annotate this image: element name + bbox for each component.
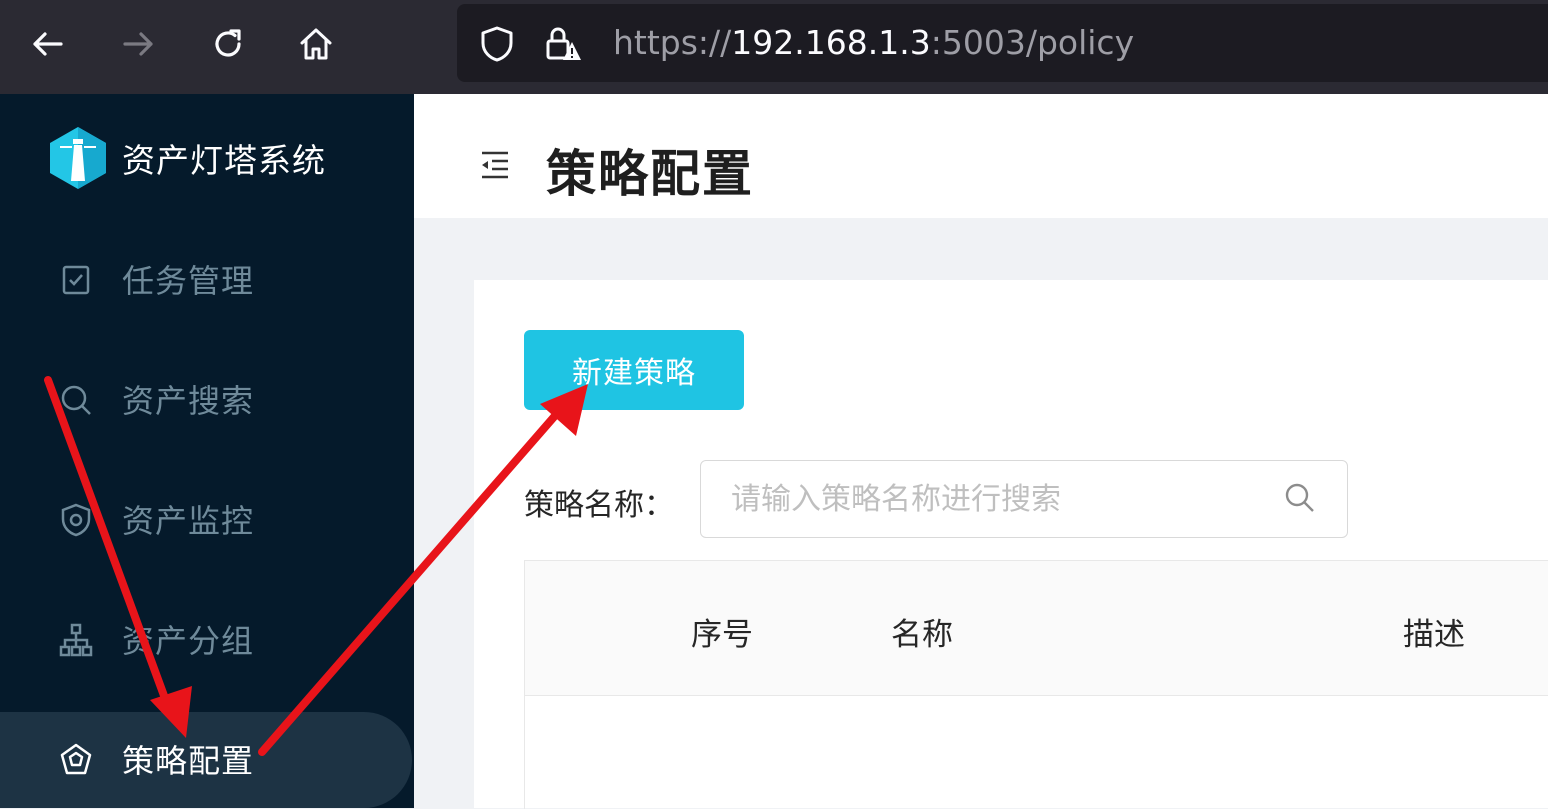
- column-header-index: 序号: [691, 617, 753, 653]
- policy-table: 序号 名称 描述: [524, 560, 1548, 809]
- search-box: [700, 460, 1348, 538]
- arrow-left-icon: [33, 32, 63, 56]
- sidebar-item-asset-monitor[interactable]: 资产监控: [0, 472, 414, 568]
- page-title: 策略配置: [546, 145, 754, 203]
- url-text[interactable]: https://192.168.1.3:5003/policy: [613, 20, 1134, 66]
- sidebar-item-policy-config[interactable]: 策略配置: [0, 712, 412, 808]
- column-header-name: 名称: [891, 617, 953, 653]
- reload-icon: [215, 29, 241, 57]
- policy-search-input[interactable]: [701, 461, 1291, 537]
- lock-warning-icon[interactable]: [543, 24, 583, 64]
- sidebar-item-asset-search[interactable]: 资产搜索: [0, 352, 414, 448]
- search-icon: [61, 385, 91, 415]
- group-tree-icon: [59, 623, 93, 657]
- url-host: 192.168.1.3: [731, 23, 931, 62]
- sidebar: 资产灯塔系统 任务管理 资产搜索 资产监控 资产分组 策略配置: [0, 94, 414, 808]
- table-header: 序号 名称 描述: [525, 561, 1548, 696]
- sidebar-item-label: 资产监控: [122, 502, 255, 540]
- url-path: :5003/policy: [930, 23, 1135, 62]
- brand-name: 资产灯塔系统: [122, 141, 326, 180]
- url-scheme: https://: [613, 23, 732, 62]
- home-icon: [300, 28, 332, 60]
- column-header-description: 描述: [1403, 617, 1465, 653]
- browser-toolbar: https://192.168.1.3:5003/policy: [0, 0, 1548, 94]
- new-policy-button[interactable]: 新建策略: [524, 330, 744, 410]
- search-icon[interactable]: [1283, 481, 1317, 515]
- sidebar-item-label: 资产搜索: [122, 382, 255, 420]
- home-button[interactable]: [294, 22, 338, 66]
- back-button[interactable]: [26, 22, 70, 66]
- sidebar-item-label: 任务管理: [122, 262, 255, 300]
- monitor-shield-icon: [61, 503, 91, 537]
- page-header: 策略配置: [414, 94, 1548, 218]
- search-label: 策略名称：: [524, 488, 674, 523]
- arrow-right-icon: [123, 32, 153, 56]
- address-bar[interactable]: https://192.168.1.3:5003/policy: [457, 4, 1548, 82]
- task-icon: [62, 265, 90, 295]
- reload-button[interactable]: [206, 22, 250, 66]
- content-card: 新建策略 策略名称： 序号 名称 描述: [474, 280, 1548, 809]
- lighthouse-logo-icon: [50, 127, 106, 189]
- sidebar-item-label: 资产分组: [122, 622, 255, 660]
- menu-fold-icon[interactable]: [478, 148, 512, 182]
- sidebar-item-label: 策略配置: [122, 742, 255, 780]
- policy-icon: [60, 743, 92, 775]
- sidebar-item-asset-group[interactable]: 资产分组: [0, 592, 414, 688]
- forward-button[interactable]: [116, 22, 160, 66]
- tracking-shield-icon[interactable]: [477, 24, 517, 64]
- sidebar-item-task-management[interactable]: 任务管理: [0, 232, 414, 328]
